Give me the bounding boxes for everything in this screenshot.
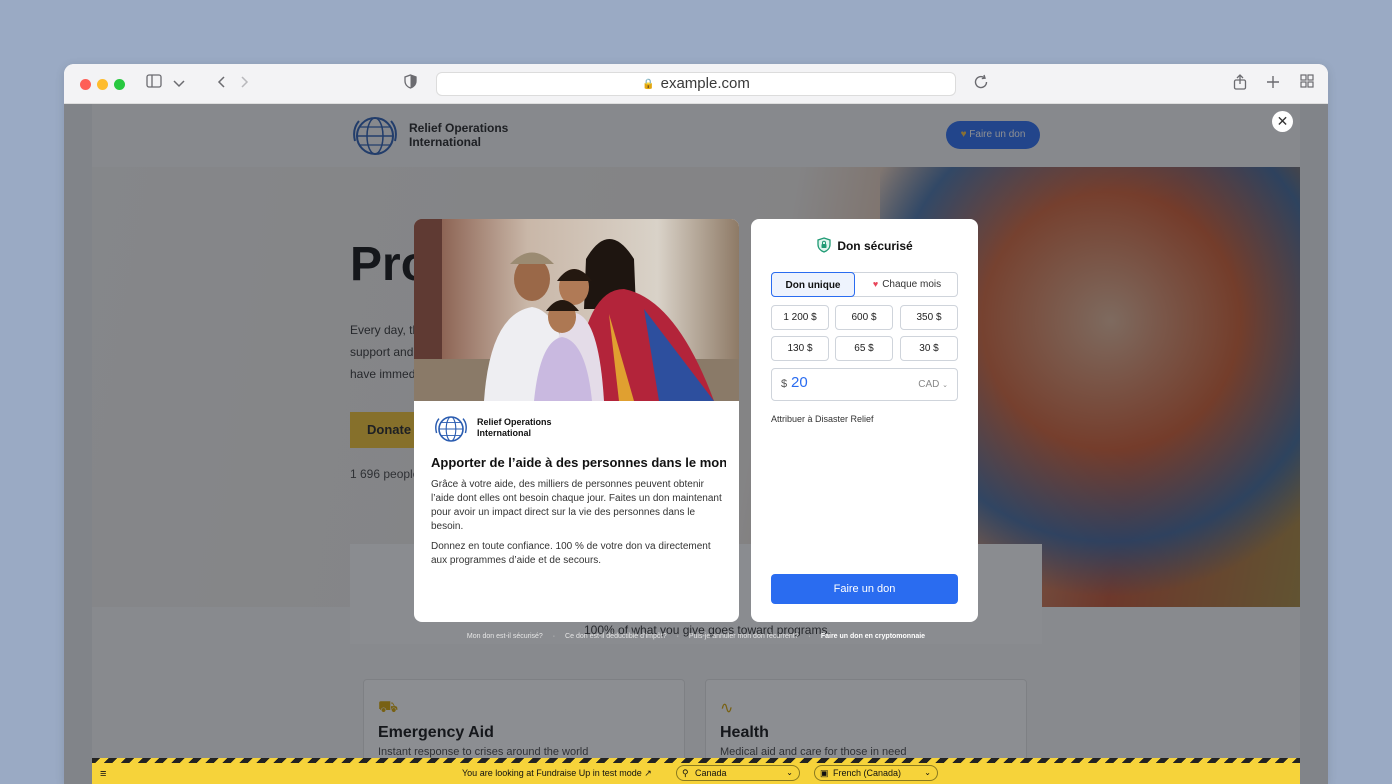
language-select[interactable]: ▣ French (Canada) ⌄ <box>814 765 938 781</box>
campaign-trust-note: Donnez en toute confiance. 100 % de votr… <box>431 541 711 566</box>
amount-option-button[interactable]: 600 $ <box>835 305 893 330</box>
location-pin-icon: ⚲ <box>682 768 689 778</box>
un-globe-logo-icon <box>435 416 467 442</box>
web-page: Relief Operations International ♥ Faire … <box>64 104 1328 784</box>
test-mode-text: You are looking at Fundraise Up in test … <box>462 768 642 778</box>
privacy-shield-icon[interactable] <box>400 74 420 94</box>
test-mode-bar: ≡ You are looking at Fundraise Up in tes… <box>92 758 1300 784</box>
chevron-down-icon: ⌄ <box>786 768 793 777</box>
new-tab-icon[interactable] <box>1263 74 1283 94</box>
heart-icon: ♥ <box>872 279 879 289</box>
language-value: French (Canada) <box>833 768 902 778</box>
amount-option-button[interactable]: 130 $ <box>771 336 829 361</box>
back-icon[interactable] <box>211 74 231 94</box>
close-icon: ✕ <box>1276 113 1289 129</box>
sidebar-toggle-icon[interactable] <box>144 74 164 94</box>
designation-link[interactable]: Attribuer à Disaster Relief <box>771 414 874 424</box>
form-title: Don sécurisé <box>751 237 978 253</box>
campaign-description: Grâce à votre aide, des milliers de pers… <box>431 479 722 532</box>
currency-symbol: $ <box>781 378 788 390</box>
one-time-button[interactable]: Don unique <box>771 272 855 297</box>
custom-amount-value[interactable]: 20 <box>791 374 808 391</box>
monthly-button[interactable]: ♥ Chaque mois <box>857 273 957 296</box>
country-value: Canada <box>695 768 727 778</box>
monthly-label: Chaque mois <box>882 279 942 290</box>
frequency-toggle: Don unique ♥ Chaque mois <box>771 272 958 297</box>
chevron-down-icon[interactable] <box>169 74 189 94</box>
amount-option-button[interactable]: 30 $ <box>900 336 958 361</box>
amount-option-button[interactable]: 65 $ <box>835 336 893 361</box>
campaign-photo <box>414 219 739 401</box>
form-title-text: Don sécurisé <box>837 239 913 253</box>
campaign-org-name: Relief Operations International <box>477 417 552 439</box>
currency-select[interactable]: CAD ⌄ <box>918 379 948 390</box>
forward-icon[interactable] <box>235 74 255 94</box>
secure-shield-icon <box>817 237 831 253</box>
fundraiseup-logo-icon: ≡ <box>100 768 107 780</box>
family-photo-image <box>414 219 739 401</box>
country-select[interactable]: ⚲ Canada ⌄ <box>676 765 800 781</box>
share-icon[interactable] <box>1230 74 1250 94</box>
browser-window: 🔒 example.com ✕ Relief Operations Intern… <box>64 64 1328 784</box>
hazard-stripes <box>92 758 1300 763</box>
faq-link-tax[interactable]: Ce don est-il déductible d’impôt? <box>565 633 667 640</box>
faq-separator: · <box>552 633 556 640</box>
browser-toolbar: 🔒 example.com <box>64 64 1328 104</box>
campaign-title: Apporter de l’aide à des personnes dans … <box>431 455 726 470</box>
campaign-card: Relief Operations International Apporter… <box>414 219 739 622</box>
close-modal-button[interactable]: ✕ <box>1272 111 1293 132</box>
custom-amount-input[interactable]: $ 20 CAD ⌄ <box>771 368 958 401</box>
external-link-icon[interactable]: ↗ <box>644 768 652 778</box>
faq-link-crypto[interactable]: Faire un don en cryptomonnaie <box>821 633 925 640</box>
faq-separator: · <box>676 633 679 640</box>
language-icon: ▣ <box>820 768 829 778</box>
donation-form: Don sécurisé Don unique ♥ Chaque mois 1 2… <box>751 219 978 622</box>
url-text: example.com <box>660 75 750 92</box>
chevron-down-icon: ⌄ <box>942 382 948 389</box>
campaign-org-line1: Relief Operations <box>477 417 552 427</box>
faq-link-cancel[interactable]: Puis-je annuler mon don récurrent? <box>689 633 799 640</box>
amount-option-button[interactable]: 1 200 $ <box>771 305 829 330</box>
amount-option-button[interactable]: 350 $ <box>900 305 958 330</box>
test-mode-message: You are looking at Fundraise Up in test … <box>462 768 652 779</box>
faq-links: Mon don est-il sécurisé? · Ce don est-il… <box>64 633 1328 640</box>
tab-overview-icon[interactable] <box>1297 74 1317 94</box>
faq-separator: · <box>808 633 811 640</box>
campaign-org-line2: International <box>477 428 532 438</box>
currency-code: CAD <box>918 379 940 390</box>
close-window-button[interactable] <box>80 79 91 90</box>
chevron-down-icon: ⌄ <box>924 768 931 777</box>
minimize-window-button[interactable] <box>97 79 108 90</box>
donate-submit-button[interactable]: Faire un don <box>771 574 958 604</box>
reload-icon[interactable] <box>971 74 991 94</box>
address-bar[interactable]: 🔒 example.com <box>436 72 956 96</box>
lock-icon: 🔒 <box>642 79 655 90</box>
zoom-window-button[interactable] <box>114 79 125 90</box>
faq-link-secure[interactable]: Mon don est-il sécurisé? <box>467 633 543 640</box>
